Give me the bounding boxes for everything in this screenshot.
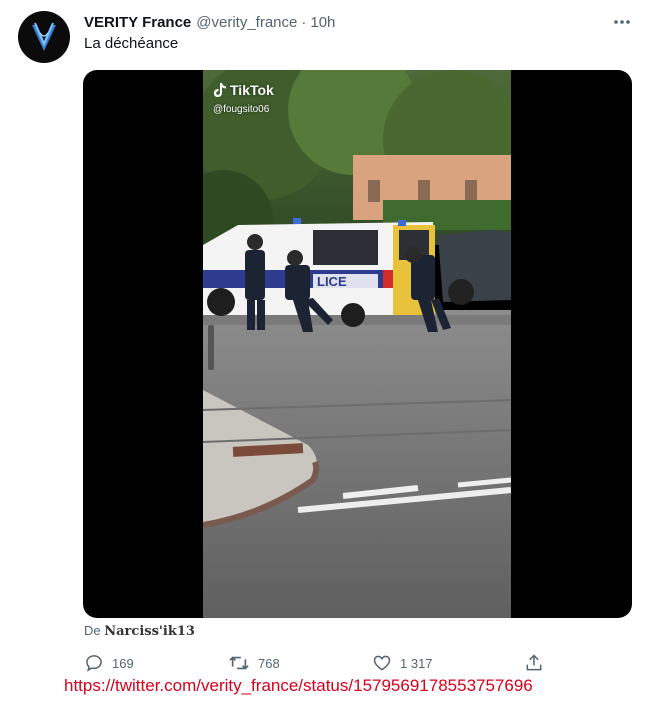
retweet-count: 768 [258, 655, 280, 671]
video-still: LICE LICE [203, 70, 511, 618]
display-name[interactable]: VERITY France [84, 14, 191, 31]
retweet-icon [229, 656, 249, 670]
reply-count: 169 [112, 655, 134, 671]
share-icon [526, 654, 542, 671]
tiktok-logo-icon [214, 83, 226, 97]
reply-button[interactable]: 169 [84, 652, 134, 674]
more-dots-icon [614, 20, 630, 24]
tweet-header: VERITY France @verity_france · 10h [84, 12, 335, 32]
heart-icon [373, 655, 391, 671]
svg-text:LICE: LICE [317, 274, 347, 289]
user-handle[interactable]: @verity_france [196, 14, 297, 31]
tweet-text: La déchéance [84, 35, 179, 52]
like-count: 1 317 [400, 655, 433, 671]
like-button[interactable]: 1 317 [372, 652, 433, 674]
verity-logo-icon [32, 22, 56, 51]
reply-icon [86, 655, 102, 672]
source-url-overlay: https://twitter.com/verity_france/status… [64, 676, 533, 695]
attribution-prefix: De [84, 623, 101, 638]
tiktok-label: TikTok [230, 82, 274, 98]
tiktok-username: @fougsito06 [213, 104, 270, 115]
attribution-author[interactable]: Narciss'ik13 [104, 624, 195, 639]
more-options-button[interactable] [608, 12, 636, 32]
tweet-article[interactable]: VERITY France @verity_france · 10h La dé… [0, 0, 650, 703]
video-player[interactable]: LICE LICE [83, 70, 632, 618]
retweet-button[interactable]: 768 [228, 652, 280, 674]
tiktok-watermark: TikTok [213, 82, 274, 98]
media-attribution: De Narciss'ik13 [84, 623, 195, 639]
timestamp[interactable]: 10h [310, 14, 335, 31]
avatar[interactable] [18, 11, 70, 63]
share-button[interactable] [524, 652, 544, 674]
separator: · [301, 13, 307, 31]
tweet-actions: 169 768 1 317 [84, 652, 554, 674]
video-frame[interactable]: LICE LICE [203, 70, 511, 618]
